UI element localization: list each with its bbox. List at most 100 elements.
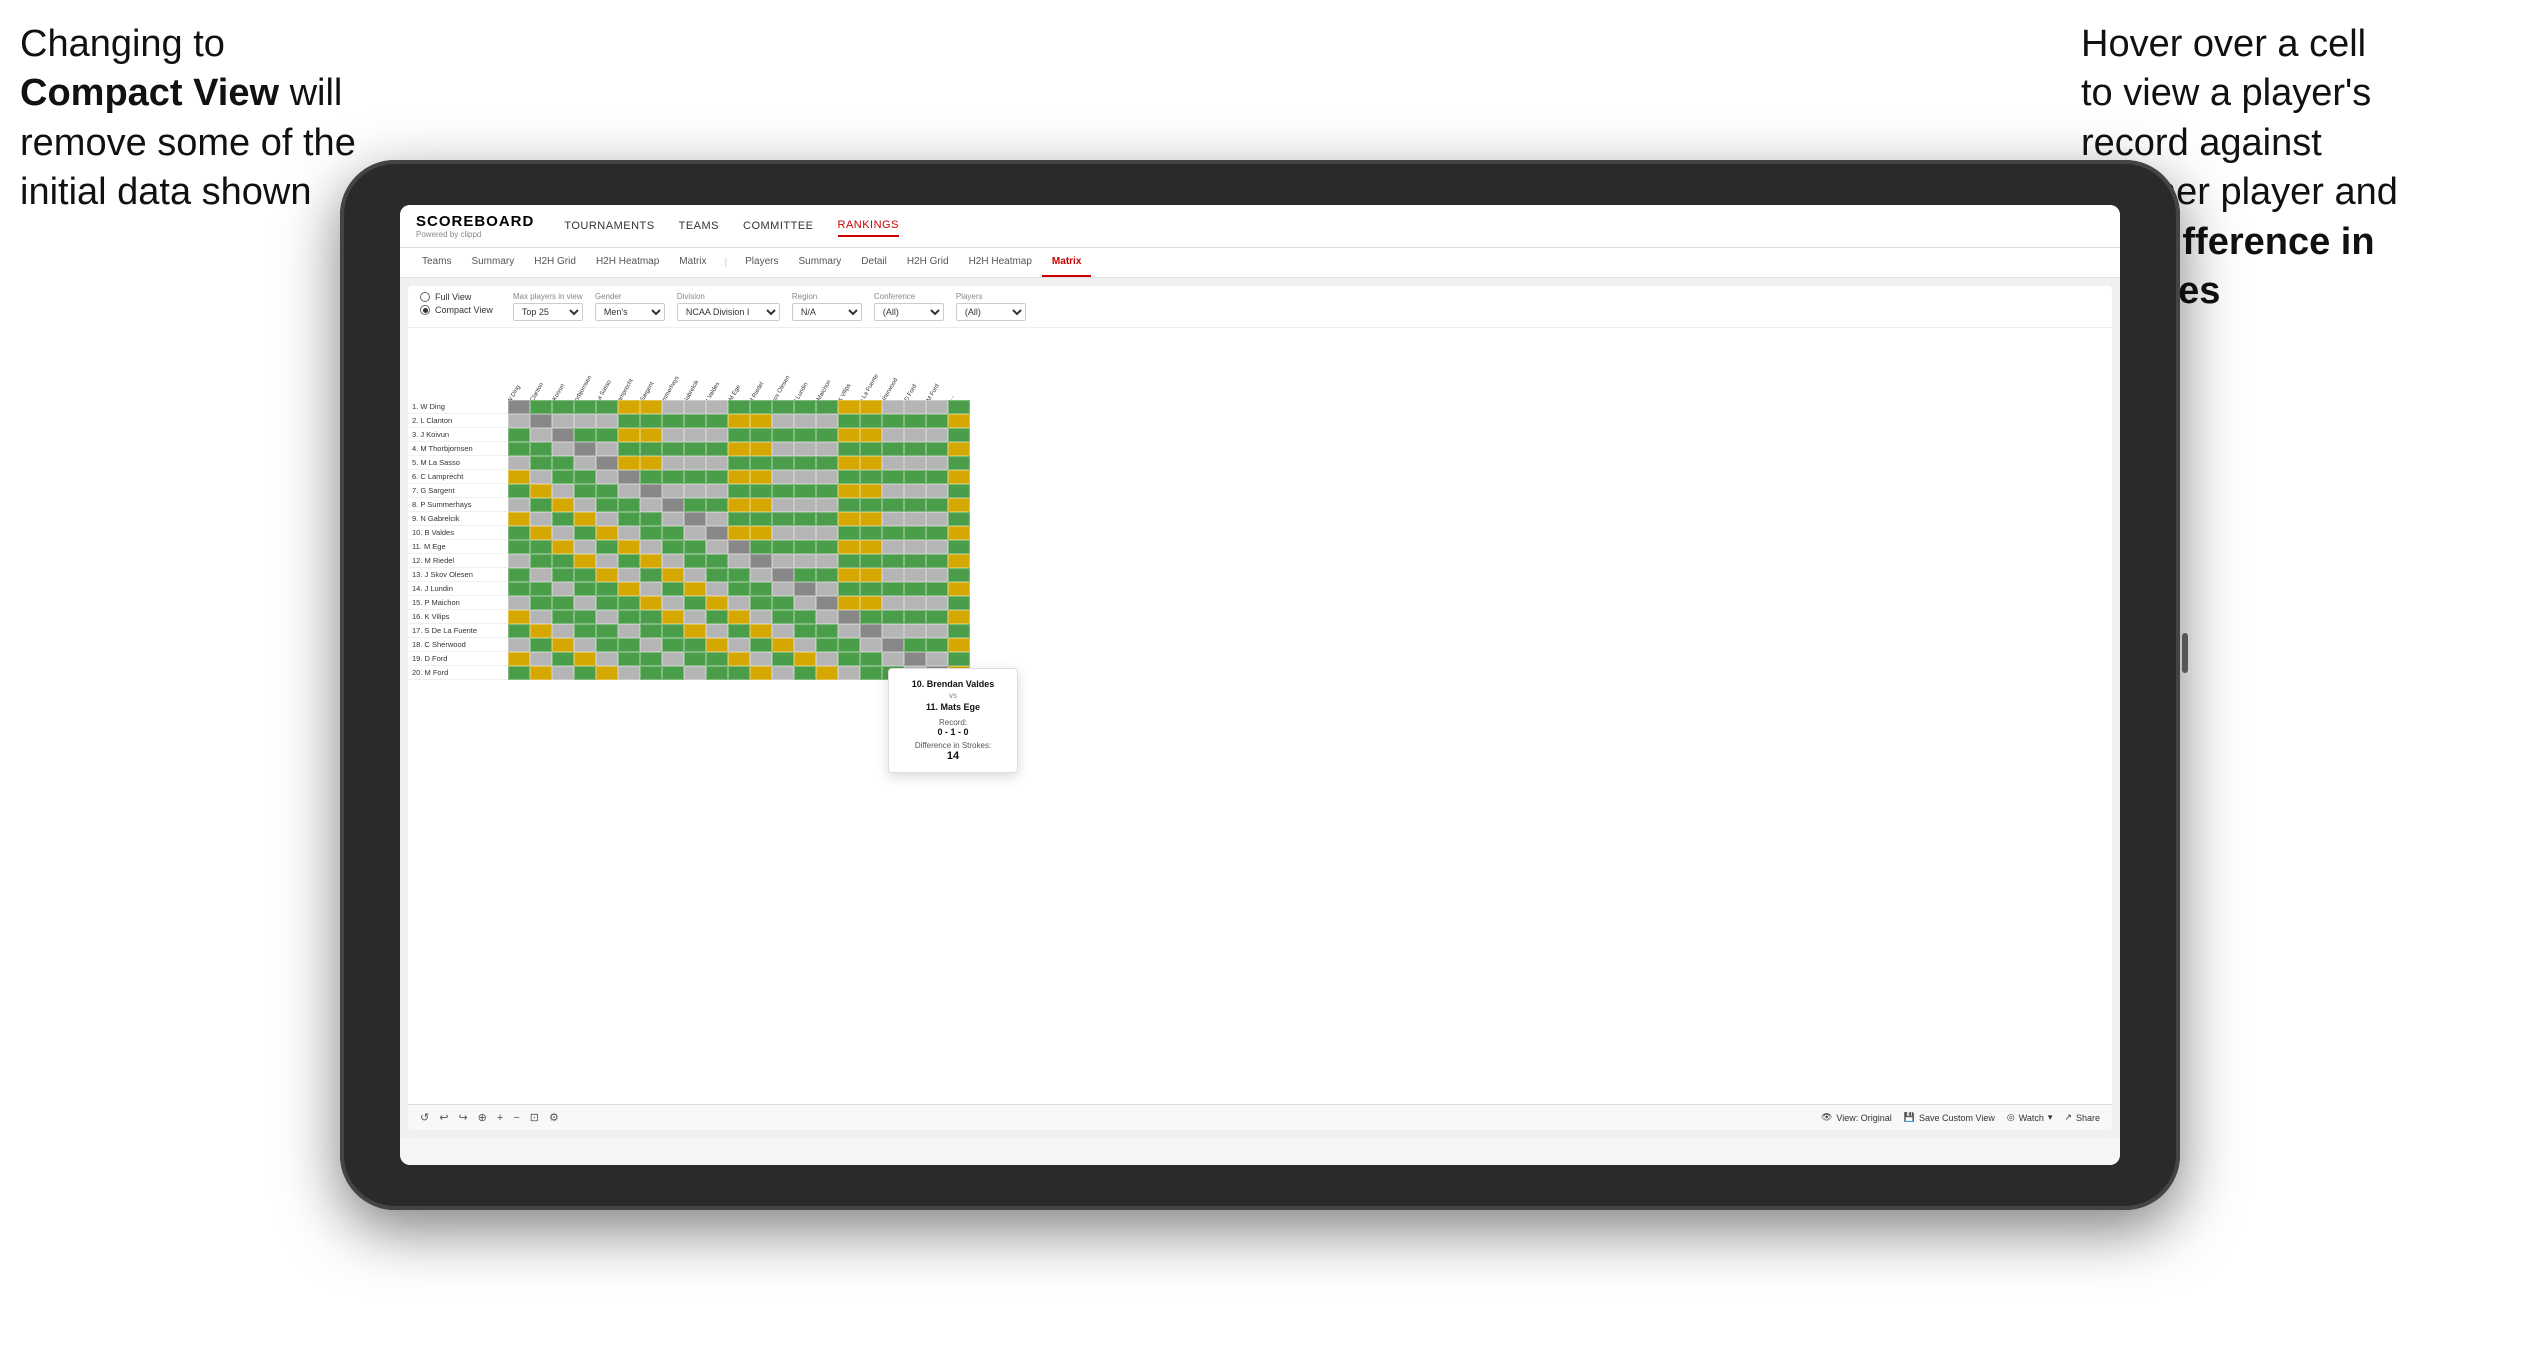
- grid-cell-9-9[interactable]: [706, 526, 728, 540]
- grid-cell-5-19[interactable]: [926, 470, 948, 484]
- grid-cell-3-16[interactable]: [860, 442, 882, 456]
- grid-cell-6-14[interactable]: [816, 484, 838, 498]
- grid-cell-14-10[interactable]: [728, 596, 750, 610]
- filter-region-select[interactable]: N/A: [792, 303, 862, 321]
- grid-cell-6-11[interactable]: [750, 484, 772, 498]
- grid-cell-5-1[interactable]: [530, 470, 552, 484]
- grid-cell-15-13[interactable]: [794, 610, 816, 624]
- grid-cell-5-14[interactable]: [816, 470, 838, 484]
- grid-cell-10-1[interactable]: [530, 540, 552, 554]
- grid-cell-17-14[interactable]: [816, 638, 838, 652]
- grid-cell-6-5[interactable]: [618, 484, 640, 498]
- grid-cell-8-9[interactable]: [706, 512, 728, 526]
- grid-cell-6-10[interactable]: [728, 484, 750, 498]
- grid-cell-12-17[interactable]: [882, 568, 904, 582]
- grid-cell-9-17[interactable]: [882, 526, 904, 540]
- grid-cell-11-4[interactable]: [596, 554, 618, 568]
- grid-cell-16-11[interactable]: [750, 624, 772, 638]
- grid-cell-9-2[interactable]: [552, 526, 574, 540]
- grid-cell-13-2[interactable]: [552, 582, 574, 596]
- grid-cell-4-9[interactable]: [706, 456, 728, 470]
- grid-cell-10-4[interactable]: [596, 540, 618, 554]
- grid-cell-19-10[interactable]: [728, 666, 750, 680]
- grid-cell-18-15[interactable]: [838, 652, 860, 666]
- grid-cell-9-19[interactable]: [926, 526, 948, 540]
- grid-cell-15-10[interactable]: [728, 610, 750, 624]
- nav-committee[interactable]: COMMITTEE: [743, 216, 814, 236]
- grid-cell-10-16[interactable]: [860, 540, 882, 554]
- sub-tab-summary2[interactable]: Summary: [789, 248, 852, 277]
- grid-cell-9-11[interactable]: [750, 526, 772, 540]
- grid-cell-6-0[interactable]: [508, 484, 530, 498]
- grid-cell-14-5[interactable]: [618, 596, 640, 610]
- grid-cell-15-1[interactable]: [530, 610, 552, 624]
- grid-cell-17-13[interactable]: [794, 638, 816, 652]
- grid-cell-0-11[interactable]: [750, 400, 772, 414]
- grid-cell-2-4[interactable]: [596, 428, 618, 442]
- grid-cell-2-6[interactable]: [640, 428, 662, 442]
- sub-tab-players[interactable]: Players: [735, 248, 788, 277]
- grid-cell-1-10[interactable]: [728, 414, 750, 428]
- grid-cell-5-12[interactable]: [772, 470, 794, 484]
- grid-cell-9-14[interactable]: [816, 526, 838, 540]
- grid-cell-17-16[interactable]: [860, 638, 882, 652]
- grid-cell-15-15[interactable]: [838, 610, 860, 624]
- grid-cell-12-2[interactable]: [552, 568, 574, 582]
- grid-cell-9-7[interactable]: [662, 526, 684, 540]
- grid-cell-11-2[interactable]: [552, 554, 574, 568]
- grid-cell-17-2[interactable]: [552, 638, 574, 652]
- grid-cell-18-19[interactable]: [926, 652, 948, 666]
- grid-cell-10-6[interactable]: [640, 540, 662, 554]
- grid-cell-11-10[interactable]: [728, 554, 750, 568]
- grid-cell-16-16[interactable]: [860, 624, 882, 638]
- grid-cell-12-16[interactable]: [860, 568, 882, 582]
- grid-cell-15-5[interactable]: [618, 610, 640, 624]
- grid-cell-19-6[interactable]: [640, 666, 662, 680]
- grid-cell-7-10[interactable]: [728, 498, 750, 512]
- grid-cell-14-17[interactable]: [882, 596, 904, 610]
- grid-cell-16-12[interactable]: [772, 624, 794, 638]
- grid-cell-18-13[interactable]: [794, 652, 816, 666]
- grid-cell-15-17[interactable]: [882, 610, 904, 624]
- grid-cell-16-5[interactable]: [618, 624, 640, 638]
- grid-cell-17-15[interactable]: [838, 638, 860, 652]
- grid-cell-16-7[interactable]: [662, 624, 684, 638]
- grid-cell-3-15[interactable]: [838, 442, 860, 456]
- grid-cell-17-4[interactable]: [596, 638, 618, 652]
- grid-cell-9-3[interactable]: [574, 526, 596, 540]
- sub-tab-h2h-grid2[interactable]: H2H Grid: [897, 248, 959, 277]
- nav-tournaments[interactable]: TOURNAMENTS: [564, 216, 654, 236]
- grid-cell-13-5[interactable]: [618, 582, 640, 596]
- grid-cell-10-19[interactable]: [926, 540, 948, 554]
- grid-cell-2-14[interactable]: [816, 428, 838, 442]
- grid-cell-9-20[interactable]: [948, 526, 970, 540]
- grid-cell-11-19[interactable]: [926, 554, 948, 568]
- grid-cell-11-9[interactable]: [706, 554, 728, 568]
- grid-cell-1-16[interactable]: [860, 414, 882, 428]
- grid-cell-6-4[interactable]: [596, 484, 618, 498]
- grid-cell-18-12[interactable]: [772, 652, 794, 666]
- grid-cell-2-16[interactable]: [860, 428, 882, 442]
- grid-cell-1-11[interactable]: [750, 414, 772, 428]
- grid-cell-16-8[interactable]: [684, 624, 706, 638]
- grid-cell-10-20[interactable]: [948, 540, 970, 554]
- grid-cell-14-4[interactable]: [596, 596, 618, 610]
- grid-cell-14-6[interactable]: [640, 596, 662, 610]
- grid-cell-17-0[interactable]: [508, 638, 530, 652]
- sub-tab-h2h-grid[interactable]: H2H Grid: [524, 248, 586, 277]
- grid-cell-17-10[interactable]: [728, 638, 750, 652]
- grid-cell-1-3[interactable]: [574, 414, 596, 428]
- sub-tab-h2h-heatmap[interactable]: H2H Heatmap: [586, 248, 669, 277]
- grid-cell-13-20[interactable]: [948, 582, 970, 596]
- grid-cell-10-7[interactable]: [662, 540, 684, 554]
- grid-cell-5-20[interactable]: [948, 470, 970, 484]
- grid-cell-19-5[interactable]: [618, 666, 640, 680]
- grid-cell-8-8[interactable]: [684, 512, 706, 526]
- grid-cell-1-17[interactable]: [882, 414, 904, 428]
- grid-cell-6-6[interactable]: [640, 484, 662, 498]
- grid-cell-17-9[interactable]: [706, 638, 728, 652]
- grid-cell-5-0[interactable]: [508, 470, 530, 484]
- grid-cell-7-5[interactable]: [618, 498, 640, 512]
- grid-cell-9-13[interactable]: [794, 526, 816, 540]
- grid-cell-6-8[interactable]: [684, 484, 706, 498]
